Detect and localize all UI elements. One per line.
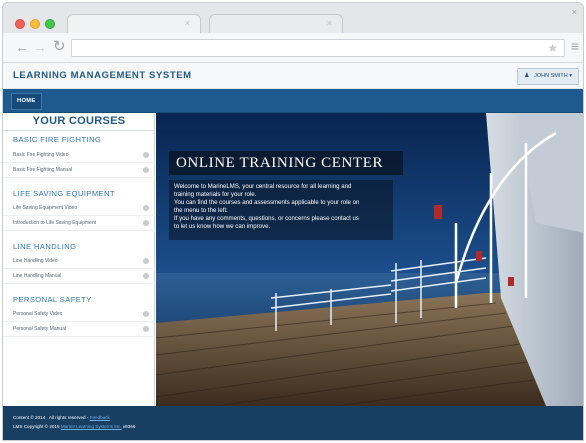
info-icon[interactable]	[143, 311, 149, 317]
tab-close-icon[interactable]: ×	[327, 18, 332, 28]
course-item-label: Basic Fire Fighting Manual	[13, 167, 73, 173]
course-item[interactable]: Life Saving Equipment Video	[3, 202, 155, 216]
course-item-label: Personal Safety Video	[13, 311, 63, 317]
info-icon[interactable]	[143, 220, 149, 226]
course-item[interactable]: Personal Safety Manual	[3, 323, 155, 337]
hero-text-line: to let us know how we can improve.	[174, 223, 271, 230]
course-item[interactable]: Basic Fire Fighting Manual	[3, 164, 155, 178]
category-basic-fire-fighting: BASIC FIRE FIGHTING	[13, 135, 102, 144]
reload-icon[interactable]: ↻	[53, 38, 66, 56]
nav-home-tab[interactable]: HOME	[11, 93, 42, 110]
footer-copyright-text: LMS Copyright © 2015	[13, 424, 61, 429]
hero-text-line: Welcome to MarineLMS, your central resou…	[174, 183, 352, 190]
browser-tab-2[interactable]: ×	[209, 14, 343, 34]
hero-text-line: training materials for your role.	[174, 191, 257, 198]
browser-toolbar: ← → ↻ ★ ≡	[3, 33, 583, 63]
info-icon[interactable]	[143, 205, 149, 211]
back-arrow-icon[interactable]: ←	[15, 38, 29, 56]
footer-content-line: Content © 2014 . All rights reserved - F…	[13, 415, 110, 420]
hero-banner: ONLINE TRAINING CENTER Welcome to Marine…	[156, 113, 583, 406]
site-title: LEARNING MANAGEMENT SYSTEM	[13, 70, 192, 81]
course-item[interactable]: Line Handling Manual	[3, 270, 155, 284]
hero-text-line: the menu to the left.	[174, 207, 228, 214]
web-page: LEARNING MANAGEMENT SYSTEM ♟ JOHN SMITH …	[3, 63, 583, 440]
hero-text-line: You can find the courses and assessments…	[174, 199, 360, 206]
courses-sidebar: YOUR COURSES BASIC FIRE FIGHTING Basic F…	[3, 113, 155, 406]
category-line-handling: LINE HANDLING	[13, 242, 77, 251]
course-item-label: Line Handling Video	[13, 258, 58, 264]
hero-text-line: If you have any comments, questions, or …	[174, 215, 359, 222]
course-item-label: Introduction to Life Saving Equipment	[13, 220, 97, 226]
course-item-label: Basic Fire Fighting Video	[13, 152, 69, 158]
course-item-label: Life Saving Equipment Video	[13, 205, 78, 211]
footer-copyright-line: LMS Copyright © 2015 Marine Learning Sys…	[13, 424, 135, 429]
category-personal-safety: PERSONAL SAFETY	[13, 295, 92, 304]
hero-welcome-text: Welcome to MarineLMS, your central resou…	[169, 180, 393, 240]
course-item-label: Personal Safety Manual	[13, 326, 67, 332]
browser-menu-icon[interactable]: ≡	[571, 37, 579, 55]
tab-close-icon[interactable]: ×	[185, 18, 190, 28]
footer-content-text: Content © 2014 . All rights reserved -	[13, 415, 90, 420]
footer-version: v8366	[121, 424, 136, 429]
info-icon[interactable]	[143, 273, 149, 279]
course-item[interactable]: Line Handling Video	[3, 255, 155, 269]
course-item[interactable]: Personal Safety Video	[3, 308, 155, 322]
browser-window: × × × ← → ↻ ★ ≡ LEARNING MANAGEMENT SYST…	[2, 2, 584, 441]
info-icon[interactable]	[143, 152, 149, 158]
info-icon[interactable]	[143, 326, 149, 332]
site-header: LEARNING MANAGEMENT SYSTEM ♟ JOHN SMITH …	[3, 63, 583, 89]
user-icon: ♟	[524, 73, 530, 79]
sidebar-heading: YOUR COURSES	[3, 115, 155, 131]
window-close-dot[interactable]	[15, 19, 25, 29]
site-footer: Content © 2014 . All rights reserved - F…	[3, 406, 583, 440]
info-icon[interactable]	[143, 167, 149, 173]
course-item-label: Line Handling Manual	[13, 273, 62, 279]
window-maximize-dot[interactable]	[45, 19, 55, 29]
category-life-saving-equipment: LIFE SAVING EQUIPMENT	[13, 189, 115, 198]
course-item[interactable]: Introduction to Life Saving Equipment	[3, 217, 155, 231]
company-link[interactable]: Marine Learning Systems Inc.	[61, 424, 122, 429]
main-navbar: HOME	[3, 89, 583, 113]
browser-tab-1[interactable]: ×	[67, 14, 201, 34]
course-item[interactable]: Basic Fire Fighting Video	[3, 149, 155, 163]
forward-arrow-icon[interactable]: →	[33, 38, 47, 56]
info-icon[interactable]	[143, 258, 149, 264]
window-close-icon[interactable]: ×	[572, 7, 577, 17]
user-name-label: JOHN SMITH ▾	[534, 73, 572, 79]
hero-title: ONLINE TRAINING CENTER	[176, 155, 384, 171]
address-bar[interactable]: ★	[71, 39, 565, 57]
browser-titlebar: × × ×	[3, 3, 583, 34]
feedback-link[interactable]: Feedback	[90, 415, 110, 420]
window-minimize-dot[interactable]	[30, 19, 40, 29]
bookmark-star-icon[interactable]: ★	[547, 40, 558, 56]
hero-title-box: ONLINE TRAINING CENTER	[169, 151, 403, 175]
user-menu-button[interactable]: ♟ JOHN SMITH ▾	[517, 68, 579, 85]
